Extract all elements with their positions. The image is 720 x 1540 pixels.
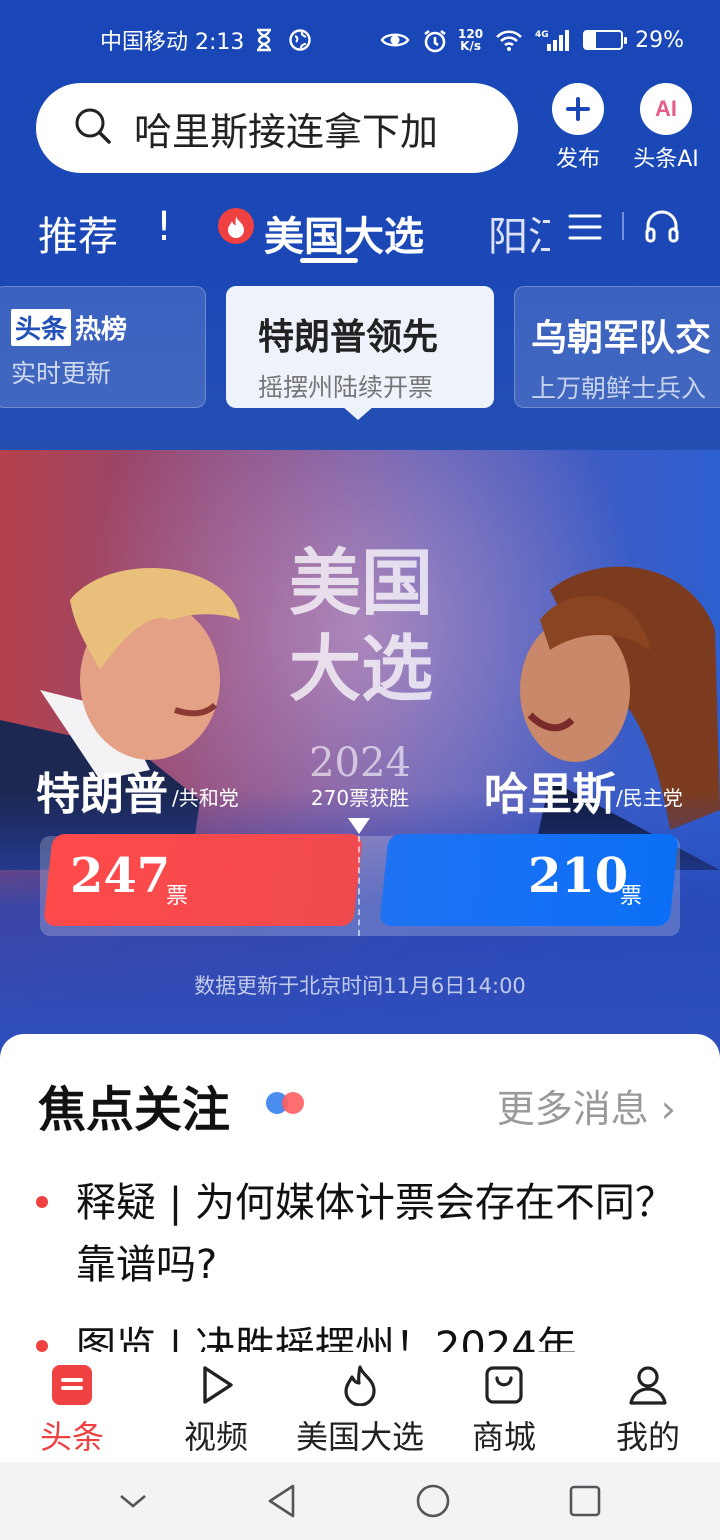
nav-video-label: 视频 <box>183 1418 248 1456</box>
nav-home[interactable]: 头条 <box>0 1352 144 1462</box>
battery-level: 29% <box>635 27 684 53</box>
election-banner[interactable]: 美国 大选 2024 特朗普 /共和党 哈里斯 /民主党 270票获胜 247 … <box>0 450 720 1050</box>
nav-video[interactable]: 视频 <box>144 1352 288 1462</box>
topic-card-selected[interactable]: 特朗普领先 摇摆州陆续开票 <box>226 286 494 408</box>
bottom-nav: 头条 视频 美国大选 商城 我的 <box>0 1352 720 1462</box>
ai-label: 头条AI <box>633 147 699 172</box>
topic-card-next[interactable]: 乌朝军队交 上万朝鲜士兵入 <box>514 286 720 408</box>
tab-next-partial[interactable]: 阳江 <box>488 204 550 262</box>
nav-profile-label: 我的 <box>615 1418 680 1456</box>
nav-home-label: 头条 <box>39 1418 104 1456</box>
topic-card-next-sub: 上万朝鲜士兵入 <box>531 374 707 403</box>
nav-us-election[interactable]: 美国大选 <box>288 1352 432 1462</box>
collapse-chevron-icon[interactable] <box>118 1491 148 1511</box>
search-icon <box>74 107 112 149</box>
data-updated-time: 数据更新于北京时间11月6日14:00 <box>194 974 526 998</box>
publish-label: 发布 <box>555 147 600 172</box>
alarm-icon <box>422 28 446 53</box>
hot-list-sub: 实时更新 <box>11 359 112 388</box>
democrat-vote-count: 210 <box>528 848 629 904</box>
news-bullet <box>36 1196 48 1208</box>
win-threshold-marker <box>348 818 370 834</box>
threshold-line <box>358 836 360 936</box>
brand-badge-toutiao: 头条 <box>11 309 72 346</box>
net-speed-unit: K/s <box>460 39 481 53</box>
home-icon <box>52 1365 92 1405</box>
topic-card-title: 特朗普领先 <box>258 317 439 358</box>
republican-party-label: /共和党 <box>172 786 239 810</box>
back-icon[interactable] <box>265 1483 299 1519</box>
search-query: 哈里斯接连拿下加 <box>134 109 439 154</box>
toutiao-ai-button[interactable]: AI 头条AI <box>626 83 706 173</box>
news-item[interactable]: 释疑 | 为何媒体计票会存在不同？靠谱吗? <box>36 1172 686 1296</box>
tab-divider <box>622 212 624 240</box>
search-row: 哈里斯接连拿下加 发布 AI 头条AI <box>36 82 706 174</box>
headphones-icon[interactable] <box>644 208 680 248</box>
wifi-icon <box>495 28 523 52</box>
tab-us-election[interactable]: 美国大选 <box>264 204 424 262</box>
nav-us-election-label: 美国大选 <box>295 1418 424 1456</box>
democrat-candidate-name: 哈里斯 <box>484 769 616 820</box>
plus-icon <box>552 83 604 135</box>
status-bar: 中国移动 2:13 120 K/s 4G 29% <box>0 0 720 80</box>
tab-partial-hidden[interactable]: ! <box>156 204 176 250</box>
brand-badge-hot: 热榜 <box>75 315 128 345</box>
network-type: 4G <box>535 30 549 40</box>
ai-icon-text: AI <box>655 96 677 121</box>
nav-profile[interactable]: 我的 <box>576 1352 720 1462</box>
carrier-time: 中国移动 2:13 <box>100 30 245 55</box>
democrat-party-label: /民主党 <box>616 786 683 810</box>
card-pointer <box>342 406 374 420</box>
publish-button[interactable]: 发布 <box>538 83 618 173</box>
ai-icon: AI <box>640 83 692 135</box>
hot-list-card[interactable]: 头条 热榜 实时更新 <box>0 286 206 408</box>
hourglass-icon <box>254 28 278 52</box>
search-input[interactable]: 哈里斯接连拿下加 <box>36 83 518 173</box>
nav-mall-label: 商城 <box>471 1418 536 1456</box>
menu-icon[interactable] <box>568 210 602 248</box>
globe-icon <box>288 28 312 52</box>
network-speed: 120 K/s <box>458 28 483 52</box>
play-icon <box>203 1366 233 1404</box>
focus-title: 焦点关注 <box>38 1082 231 1138</box>
home-circle-icon[interactable] <box>415 1483 451 1519</box>
topic-card-next-title: 乌朝军队交 <box>531 318 712 359</box>
system-nav-bar <box>0 1462 720 1540</box>
active-tab-indicator <box>300 258 358 263</box>
republican-vote-count: 247 <box>70 848 171 904</box>
tab-recommend[interactable]: 推荐 <box>38 204 118 262</box>
banner-title-line2: 大选 <box>288 626 433 711</box>
more-news-link[interactable]: 更多消息 › <box>497 1078 676 1133</box>
banner-title: 美国 大选 <box>286 540 436 712</box>
banner-title-line1: 美国 <box>288 540 433 625</box>
focus-dots-icon <box>266 1092 304 1114</box>
user-icon <box>629 1366 667 1405</box>
win-threshold-label: 270票获胜 <box>310 786 410 810</box>
republican-candidate-name: 特朗普 <box>36 769 168 820</box>
news-item-text: 释疑 | 为何媒体计票会存在不同？靠谱吗? <box>76 1180 675 1288</box>
focus-section: 焦点关注 更多消息 › 释疑 | 为何媒体计票会存在不同？靠谱吗? 图览 | 决… <box>0 1034 720 1374</box>
battery-icon <box>583 30 628 50</box>
topic-card-sub: 摇摆州陆续开票 <box>258 373 434 402</box>
hot-list-badge: 头条 热榜 <box>11 309 127 346</box>
eye-icon <box>380 28 410 52</box>
democrat-vote-unit: 票 <box>620 884 643 909</box>
banner-year: 2024 <box>309 740 411 786</box>
news-bullet <box>36 1340 48 1352</box>
shopping-bag-icon <box>485 1366 523 1404</box>
republican-vote-unit: 票 <box>166 884 189 909</box>
recents-icon[interactable] <box>568 1484 602 1518</box>
signal-icon: 4G <box>535 28 571 52</box>
nav-mall[interactable]: 商城 <box>432 1352 576 1462</box>
fire-icon <box>218 208 254 244</box>
flame-icon <box>344 1365 376 1406</box>
